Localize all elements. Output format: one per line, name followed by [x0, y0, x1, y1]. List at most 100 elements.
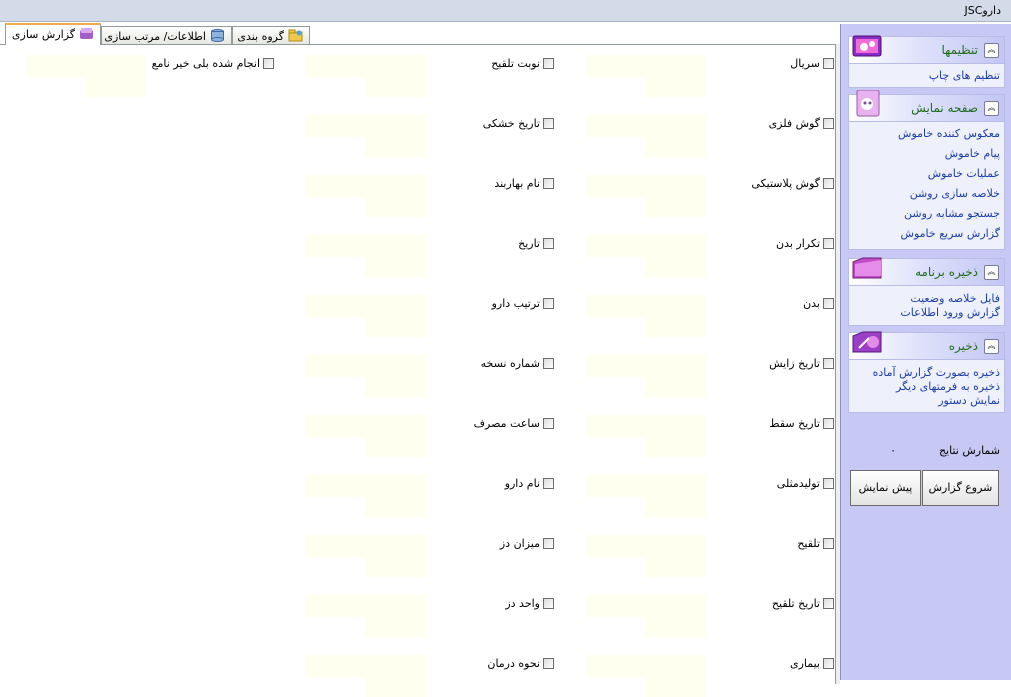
field-value-box[interactable] — [645, 317, 705, 337]
field-value-box[interactable] — [305, 55, 425, 77]
field-value-box[interactable] — [585, 295, 705, 317]
field-checkbox-item[interactable]: ترتیب دارو — [492, 297, 554, 310]
field-value-box[interactable] — [585, 175, 705, 197]
field-checkbox-item[interactable]: نام دارو — [505, 477, 554, 490]
field-checkbox-item[interactable]: سریال — [790, 57, 834, 70]
checkbox[interactable] — [823, 58, 834, 69]
field-checkbox-item[interactable]: تاریخ زایش — [769, 357, 834, 370]
field-checkbox-item[interactable]: تاریخ سقط — [769, 417, 834, 430]
checkbox[interactable] — [823, 178, 834, 189]
field-value-box[interactable] — [645, 677, 705, 697]
tab-data-sort[interactable]: اطلاعات/ مرتب سازی — [101, 26, 232, 44]
field-value-box[interactable] — [305, 475, 425, 497]
field-checkbox-item[interactable]: انجام شده بلی خیر نامع — [152, 57, 274, 70]
checkbox[interactable] — [823, 598, 834, 609]
field-value-box[interactable] — [25, 55, 145, 77]
field-checkbox-item[interactable]: ساعت مصرف — [474, 417, 554, 430]
tab-grouping[interactable]: گروه بندی — [232, 26, 310, 44]
field-value-box[interactable] — [305, 115, 425, 137]
link-print-settings[interactable]: تنظیم های چاپ — [849, 66, 1004, 86]
field-checkbox-item[interactable]: تاریخ — [518, 237, 554, 250]
field-checkbox-item[interactable]: نام بهاربند — [494, 177, 554, 190]
chevron-up-icon[interactable]: ︽ — [984, 339, 999, 354]
field-value-box[interactable] — [365, 257, 425, 277]
field-value-box[interactable] — [305, 295, 425, 317]
field-checkbox-item[interactable]: میزان دز — [500, 537, 554, 550]
field-value-box[interactable] — [645, 437, 705, 457]
field-value-box[interactable] — [645, 377, 705, 397]
field-checkbox-item[interactable]: تلقیح — [797, 537, 834, 550]
link-status-summary-file[interactable]: فایل خلاصه وضعیت — [849, 292, 1004, 306]
field-value-box[interactable] — [645, 617, 705, 637]
field-value-box[interactable] — [365, 377, 425, 397]
field-value-box[interactable] — [585, 655, 705, 677]
link-operations-off[interactable]: عملیات خاموش — [849, 164, 1004, 184]
field-value-box[interactable] — [645, 197, 705, 217]
field-checkbox-item[interactable]: نوبت تلقیح — [491, 57, 554, 70]
checkbox[interactable] — [823, 358, 834, 369]
field-value-box[interactable] — [305, 595, 425, 617]
checkbox[interactable] — [543, 118, 554, 129]
tab-report-builder[interactable]: گزارش سازی — [5, 23, 101, 45]
field-value-box[interactable] — [365, 317, 425, 337]
checkbox[interactable] — [823, 658, 834, 669]
chevron-up-icon[interactable]: ︽ — [984, 265, 999, 280]
field-checkbox-item[interactable]: تاریخ خشکی — [483, 117, 554, 130]
checkbox[interactable] — [543, 58, 554, 69]
field-checkbox-item[interactable]: شماره نسخه — [481, 357, 554, 370]
link-save-as-report[interactable]: ذخیره بصورت گزارش آماده — [849, 366, 1004, 380]
field-checkbox-item[interactable]: گوش پلاستیکی — [751, 177, 834, 190]
field-value-box[interactable] — [365, 497, 425, 517]
checkbox[interactable] — [263, 58, 274, 69]
field-value-box[interactable] — [645, 257, 705, 277]
field-value-box[interactable] — [585, 355, 705, 377]
checkbox[interactable] — [823, 478, 834, 489]
chevron-up-icon[interactable]: ︽ — [984, 43, 999, 58]
checkbox[interactable] — [543, 178, 554, 189]
checkbox[interactable] — [543, 418, 554, 429]
field-checkbox-item[interactable]: واحد دز — [505, 597, 554, 610]
checkbox[interactable] — [543, 478, 554, 489]
field-value-box[interactable] — [585, 235, 705, 257]
checkbox[interactable] — [543, 238, 554, 249]
preview-button[interactable]: پیش نمایش — [850, 470, 921, 506]
checkbox[interactable] — [543, 658, 554, 669]
save-group-header[interactable]: ︽ ذخیره — [849, 331, 1004, 360]
field-checkbox-item[interactable]: بیماری — [790, 657, 834, 670]
checkbox[interactable] — [823, 298, 834, 309]
field-checkbox-item[interactable]: نحوه درمان — [487, 657, 554, 670]
link-quick-report-off[interactable]: گزارش سریع خاموش — [849, 224, 1004, 244]
field-value-box[interactable] — [365, 677, 425, 697]
field-checkbox-item[interactable]: تاریخ تلقیح — [772, 597, 834, 610]
field-value-box[interactable] — [365, 137, 425, 157]
field-value-box[interactable] — [585, 595, 705, 617]
field-value-box[interactable] — [365, 437, 425, 457]
field-value-box[interactable] — [585, 415, 705, 437]
checkbox[interactable] — [543, 538, 554, 549]
checkbox[interactable] — [823, 538, 834, 549]
link-data-entry-report[interactable]: گزارش ورود اطلاعات — [849, 306, 1004, 320]
link-save-other-formats[interactable]: ذخیره به فرمتهای دیگر — [849, 380, 1004, 394]
field-value-box[interactable] — [305, 535, 425, 557]
link-show-command[interactable]: نمایش دستور — [849, 394, 1004, 408]
field-value-box[interactable] — [645, 77, 705, 97]
field-value-box[interactable] — [365, 197, 425, 217]
field-value-box[interactable] — [585, 55, 705, 77]
field-value-box[interactable] — [645, 497, 705, 517]
settings-group-header[interactable]: ︽ تنظیمها — [849, 35, 1004, 64]
field-value-box[interactable] — [305, 175, 425, 197]
link-reverser-off[interactable]: معکوس کننده خاموش — [849, 124, 1004, 144]
checkbox[interactable] — [823, 238, 834, 249]
display-group-header[interactable]: ︽ صفحه نمایش — [849, 90, 1004, 122]
field-value-box[interactable] — [365, 77, 425, 97]
checkbox[interactable] — [543, 298, 554, 309]
checkbox[interactable] — [543, 358, 554, 369]
chevron-up-icon[interactable]: ︽ — [984, 101, 999, 116]
field-value-box[interactable] — [85, 77, 145, 97]
field-value-box[interactable] — [585, 115, 705, 137]
field-value-box[interactable] — [365, 557, 425, 577]
field-value-box[interactable] — [305, 655, 425, 677]
checkbox[interactable] — [823, 418, 834, 429]
field-value-box[interactable] — [305, 355, 425, 377]
field-value-box[interactable] — [365, 617, 425, 637]
